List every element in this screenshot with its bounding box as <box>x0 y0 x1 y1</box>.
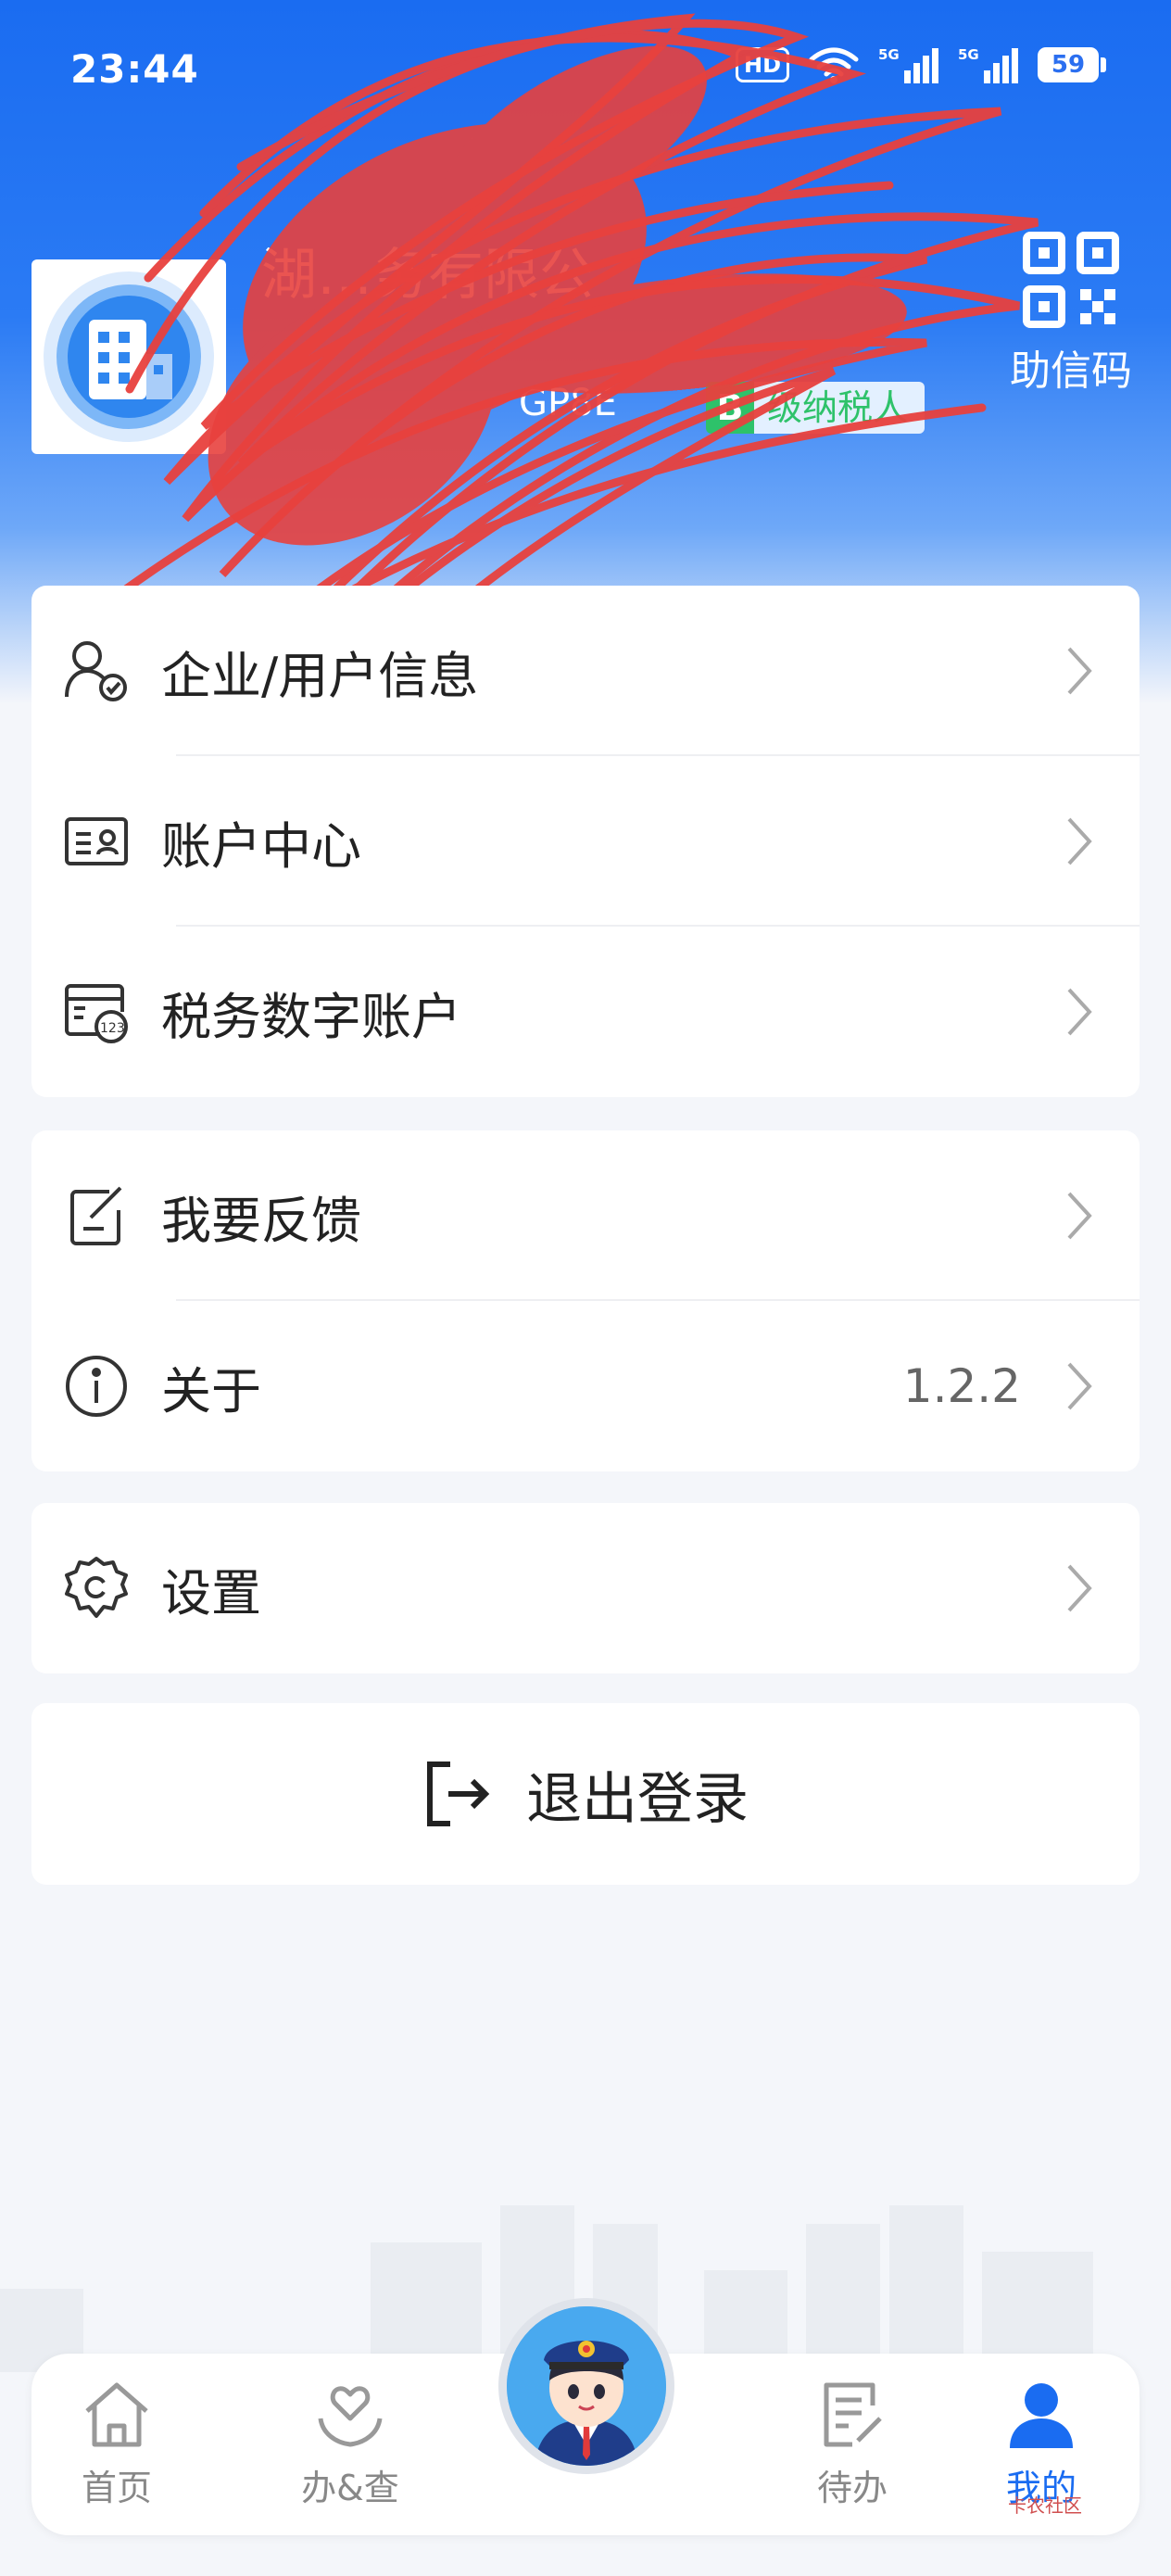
feedback-menu-card: 我要反馈 关于 1.2.2 <box>31 1130 1140 1471</box>
signal-5g-icon: 5G <box>878 46 938 83</box>
menu-label: 账户中心 <box>161 816 361 876</box>
svg-text:5G: 5G <box>878 46 900 63</box>
tax-assistant-button[interactable] <box>498 2298 674 2474</box>
menu-item-tax-digital-account[interactable]: 123 税务数字账户 <box>31 927 1140 1097</box>
nav-handle-query-label: 办&查 <box>301 2468 399 2508</box>
logout-button[interactable]: 退出登录 <box>31 1703 1140 1885</box>
id-card-icon <box>63 808 130 875</box>
menu-label: 企业/用户信息 <box>161 646 479 705</box>
logout-icon <box>427 1762 490 1826</box>
menu-label: 设置 <box>161 1563 261 1623</box>
battery-icon: 59 <box>1038 47 1106 82</box>
nav-home-label: 首页 <box>81 2468 152 2508</box>
user-icon <box>1010 2383 1073 2448</box>
digital-account-icon: 123 <box>63 979 130 1045</box>
nav-handle-query[interactable]: 办&查 <box>276 2378 424 2510</box>
chevron-right-icon <box>1067 817 1092 865</box>
heart-hand-icon <box>318 2386 383 2447</box>
chevron-right-icon <box>1067 1362 1092 1410</box>
signal-5g-icon-2: 5G <box>958 46 1018 83</box>
menu-item-enterprise-info[interactable]: 企业/用户信息 <box>31 586 1140 756</box>
tax-officer-avatar-icon <box>507 2306 666 2466</box>
menu-item-settings[interactable]: 设置 <box>31 1503 1140 1673</box>
status-time: 23:44 <box>70 46 199 92</box>
home-icon <box>85 2382 148 2447</box>
app-version: 1.2.2 <box>902 1359 1021 1413</box>
status-bar: 23:44 HD 5G 5G 59 <box>0 0 1171 139</box>
battery-level: 59 <box>1038 47 1099 82</box>
company-avatar[interactable] <box>31 259 226 454</box>
logout-label: 退出登录 <box>526 1766 749 1832</box>
edit-note-icon <box>63 1182 130 1249</box>
taxpayer-level-badge: B 级纳税人 <box>706 382 925 434</box>
nav-home[interactable]: 首页 <box>43 2378 191 2510</box>
chevron-right-icon <box>1067 1564 1092 1612</box>
todo-list-icon <box>824 2382 882 2447</box>
svg-text:123: 123 <box>100 1021 125 1036</box>
credit-code-label: 助信码 <box>1010 347 1132 395</box>
menu-item-feedback[interactable]: 我要反馈 <box>31 1130 1140 1301</box>
qr-code-icon <box>1023 232 1119 328</box>
company-name: 湖…务有限公 <box>261 243 595 308</box>
menu-label: 我要反馈 <box>161 1191 361 1250</box>
svg-text:5G: 5G <box>958 46 979 63</box>
user-check-icon <box>63 638 130 704</box>
chevron-right-icon <box>1067 988 1092 1036</box>
taxpayer-level-suffix: 级纳税人 <box>754 382 925 434</box>
gear-icon <box>63 1555 130 1622</box>
wifi-icon <box>809 47 859 83</box>
menu-item-account-center[interactable]: 账户中心 <box>31 756 1140 927</box>
settings-menu-card: 设置 <box>31 1503 1140 1673</box>
menu-item-about[interactable]: 关于 1.2.2 <box>31 1301 1140 1471</box>
building-icon <box>44 271 214 442</box>
menu-label: 关于 <box>161 1361 261 1421</box>
nav-todo-label: 待办 <box>816 2468 888 2508</box>
tax-id: GP8E <box>519 382 617 424</box>
info-icon <box>63 1353 130 1420</box>
status-icons: HD 5G 5G 59 <box>735 44 1106 85</box>
credit-code-button[interactable]: 助信码 <box>1006 232 1136 397</box>
nav-todo[interactable]: 待办 <box>778 2378 926 2510</box>
hd-icon: HD <box>735 47 789 82</box>
taxpayer-level: B <box>706 382 754 434</box>
chevron-right-icon <box>1067 1192 1092 1240</box>
chevron-right-icon <box>1067 647 1092 695</box>
menu-label: 税务数字账户 <box>161 987 461 1046</box>
account-menu-card: 企业/用户信息 账户中心 123 税务数字账户 <box>31 586 1140 1097</box>
watermark-logo: 卡农社区 <box>1008 2494 1082 2517</box>
